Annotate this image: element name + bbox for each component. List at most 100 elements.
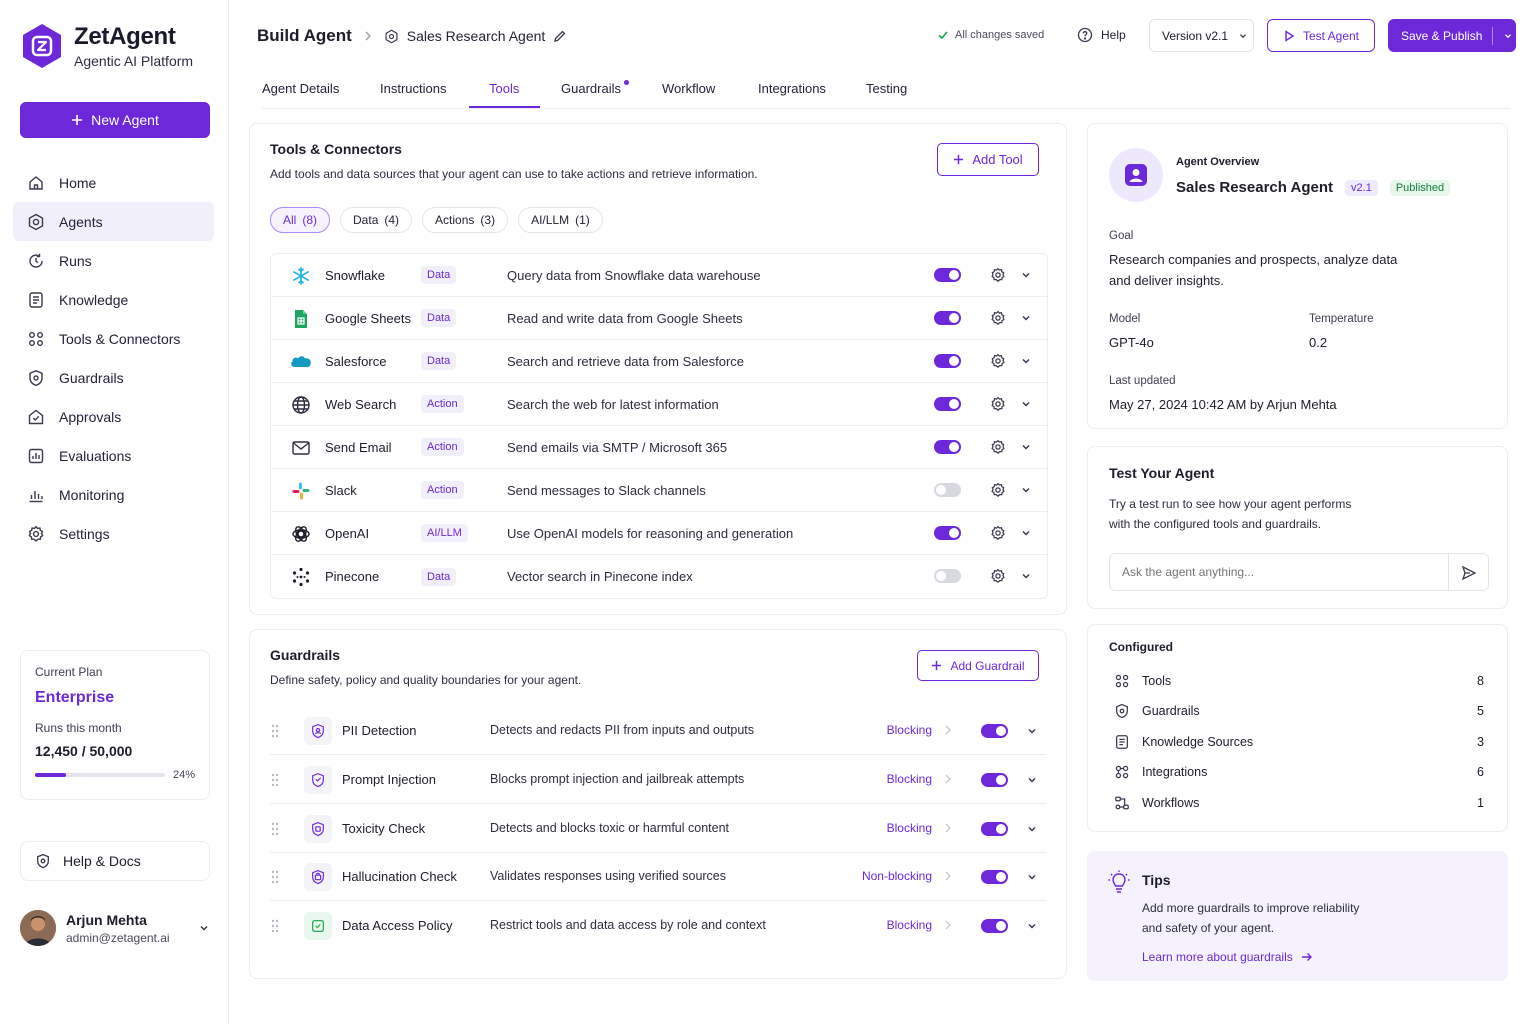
gear-icon[interactable] (990, 439, 1006, 455)
tool-row[interactable]: Pinecone Data Vector search in Pinecone … (271, 555, 1047, 598)
guardrail-mode[interactable]: Blocking (852, 723, 932, 737)
configured-item-tools[interactable]: Tools 8 (1114, 673, 1484, 689)
guardrail-row[interactable]: Hallucination Check Validates responses … (270, 853, 1046, 901)
sidebar-item-monitoring[interactable]: Monitoring (13, 475, 214, 514)
guardrail-row[interactable]: Data Access Policy Restrict tools and da… (270, 902, 1046, 950)
chevron-down-icon[interactable] (1026, 871, 1038, 883)
chevron-down-icon[interactable] (1020, 269, 1032, 281)
drag-handle-icon[interactable] (270, 724, 280, 738)
guardrail-mode[interactable]: Blocking (852, 772, 932, 786)
gear-icon[interactable] (990, 267, 1006, 283)
send-icon[interactable] (1461, 565, 1477, 581)
sidebar-item-home[interactable]: Home (13, 163, 214, 202)
guardrail-toggle[interactable] (981, 919, 1008, 933)
chevron-down-icon[interactable] (1020, 355, 1032, 367)
guardrail-toggle[interactable] (981, 870, 1008, 884)
tab-workflow[interactable]: Workflow (662, 81, 715, 96)
tab-instructions[interactable]: Instructions (380, 81, 446, 96)
gear-icon[interactable] (990, 353, 1006, 369)
gear-icon[interactable] (990, 310, 1006, 326)
configured-item-guardrails[interactable]: Guardrails 5 (1114, 703, 1484, 719)
tab-testing[interactable]: Testing (866, 81, 907, 96)
drag-handle-icon[interactable] (270, 870, 280, 884)
filter-chip-ai-llm[interactable]: AI/LLM (1) (518, 207, 603, 233)
version-select[interactable]: Version v2.1 (1149, 19, 1254, 52)
sidebar-item-settings[interactable]: Settings (13, 514, 214, 553)
tool-toggle[interactable] (934, 268, 961, 282)
test-agent-button[interactable]: Test Agent (1267, 19, 1375, 52)
add-tool-button[interactable]: Add Tool (937, 143, 1039, 176)
chevron-down-icon[interactable] (1020, 570, 1032, 582)
gear-icon[interactable] (990, 482, 1006, 498)
drag-handle-icon[interactable] (270, 822, 280, 836)
guardrail-toggle[interactable] (981, 724, 1008, 738)
tool-toggle[interactable] (934, 354, 961, 368)
chevron-down-icon[interactable] (1020, 484, 1032, 496)
save-publish-button[interactable]: Save & Publish (1388, 19, 1516, 52)
tab-agent-details[interactable]: Agent Details (262, 81, 339, 96)
guardrail-row[interactable]: Toxicity Check Detects and blocks toxic … (270, 805, 1046, 853)
drag-handle-icon[interactable] (270, 919, 280, 933)
sidebar-item-agents[interactable]: Agents (13, 202, 214, 241)
breadcrumb-agent-name[interactable]: Sales Research Agent (407, 28, 546, 44)
tool-toggle[interactable] (934, 440, 961, 454)
sidebar-item-knowledge[interactable]: Knowledge (13, 280, 214, 319)
gear-icon[interactable] (990, 568, 1006, 584)
chevron-down-icon[interactable] (1503, 31, 1513, 41)
tool-row[interactable]: Snowflake Data Query data from Snowflake… (271, 254, 1047, 297)
add-guardrail-button[interactable]: Add Guardrail (917, 650, 1039, 681)
sidebar-item-guardrails[interactable]: Guardrails (13, 358, 214, 397)
sidebar-item-evaluations[interactable]: Evaluations (13, 436, 214, 475)
configured-item-workflows[interactable]: Workflows 1 (1114, 795, 1484, 811)
sidebar-item-approvals[interactable]: Approvals (13, 397, 214, 436)
chevron-down-icon[interactable] (1026, 920, 1038, 932)
sidebar-item-tools-connectors[interactable]: Tools & Connectors (13, 319, 214, 358)
filter-chip-all[interactable]: All (8) (270, 207, 331, 233)
sidebar-item-runs[interactable]: Runs (13, 241, 214, 280)
configured-item-knowledge-sources[interactable]: Knowledge Sources 3 (1114, 734, 1484, 750)
configured-item-integrations[interactable]: Integrations 6 (1114, 764, 1484, 780)
help-button[interactable]: Help (1077, 27, 1126, 43)
gear-icon[interactable] (990, 525, 1006, 541)
filter-chip-data[interactable]: Data (4) (340, 207, 413, 233)
chevron-down-icon[interactable] (1020, 527, 1032, 539)
user-menu[interactable]: Arjun Mehta admin@zetagent.ai (20, 910, 210, 946)
guardrail-mode[interactable]: Blocking (852, 918, 932, 932)
filter-chip-actions[interactable]: Actions (3) (422, 207, 509, 233)
tool-toggle[interactable] (934, 483, 961, 497)
tool-row[interactable]: OpenAI AI/LLM Use OpenAI models for reas… (271, 512, 1047, 555)
chevron-down-icon[interactable] (1020, 441, 1032, 453)
tab-tools[interactable]: Tools (489, 81, 519, 96)
guardrail-row[interactable]: PII Detection Detects and redacts PII fr… (270, 707, 1046, 755)
chevron-down-icon[interactable] (1026, 774, 1038, 786)
guardrail-toggle[interactable] (981, 773, 1008, 787)
test-agent-input[interactable] (1110, 554, 1448, 590)
tool-row[interactable]: Web Search Action Search the web for lat… (271, 383, 1047, 426)
drag-handle-icon[interactable] (270, 773, 280, 787)
tool-toggle[interactable] (934, 397, 961, 411)
guardrail-row[interactable]: Prompt Injection Blocks prompt injection… (270, 756, 1046, 804)
tool-toggle[interactable] (934, 526, 961, 540)
chevron-down-icon[interactable] (1026, 725, 1038, 737)
chevron-down-icon[interactable] (1026, 823, 1038, 835)
learn-more-link[interactable]: Learn more about guardrails (1142, 950, 1313, 964)
chevron-down-icon[interactable] (1020, 398, 1032, 410)
tool-toggle[interactable] (934, 311, 961, 325)
tool-toggle[interactable] (934, 569, 961, 583)
tool-row[interactable]: Salesforce Data Search and retrieve data… (271, 340, 1047, 383)
new-agent-button[interactable]: New Agent (20, 102, 210, 138)
tab-guardrails[interactable]: Guardrails (561, 81, 621, 96)
guardrail-mode[interactable]: Blocking (852, 821, 932, 835)
gear-icon[interactable] (990, 396, 1006, 412)
pencil-icon[interactable] (553, 29, 567, 43)
guardrail-mode[interactable]: Non-blocking (852, 869, 932, 883)
guardrail-toggle[interactable] (981, 822, 1008, 836)
tool-row[interactable]: Slack Action Send messages to Slack chan… (271, 469, 1047, 512)
help-docs-button[interactable]: Help & Docs (20, 841, 210, 881)
tool-row[interactable]: Send Email Action Send emails via SMTP /… (271, 426, 1047, 469)
save-status-text: All changes saved (955, 29, 1045, 41)
chevron-down-icon[interactable] (1020, 312, 1032, 324)
tool-row[interactable]: Google Sheets Data Read and write data f… (271, 297, 1047, 340)
brand-logo[interactable]: ZetAgent Agentic AI Platform (20, 22, 193, 70)
tab-integrations[interactable]: Integrations (758, 81, 826, 96)
